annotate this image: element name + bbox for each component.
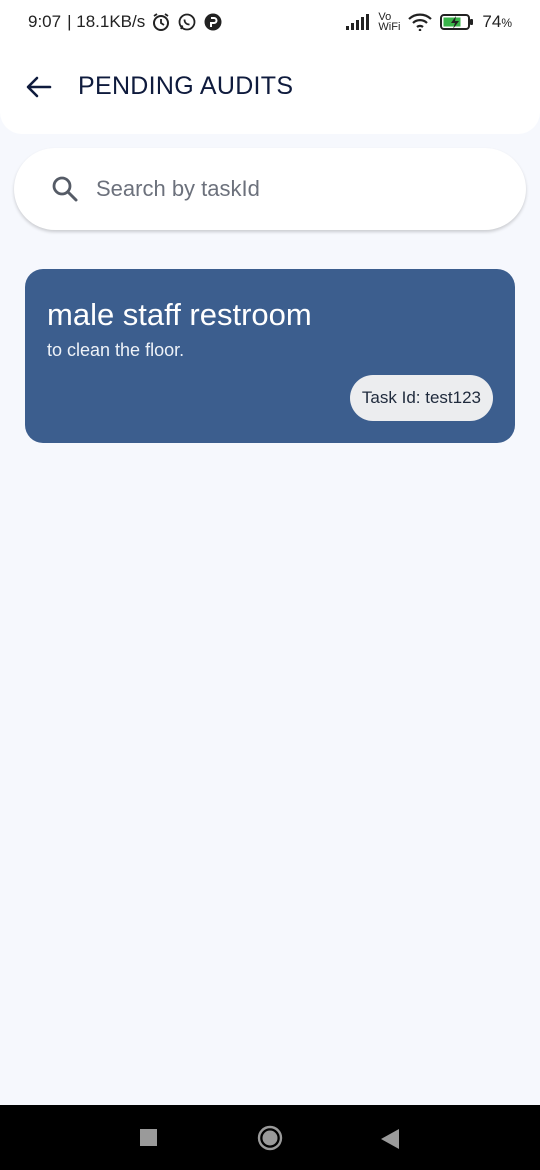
search-input[interactable]	[96, 164, 496, 214]
square-icon	[140, 1129, 157, 1146]
app-notification-icon	[203, 12, 223, 32]
vowifi-label: Vo WiFi	[378, 12, 401, 33]
whatsapp-icon	[177, 12, 197, 32]
app-header: PENDING AUDITS	[0, 44, 540, 134]
search-bar[interactable]	[14, 148, 526, 230]
signal-icon	[346, 14, 370, 30]
status-speed: | 18.1KB/s	[67, 12, 146, 31]
home-circle-icon	[257, 1125, 283, 1151]
status-left: 9:07 | 18.1KB/s	[28, 12, 223, 32]
triangle-back-icon	[381, 1129, 399, 1149]
vowifi-bottom: WiFi	[378, 21, 401, 33]
back-arrow-icon	[26, 76, 52, 98]
battery-percent-sign: %	[501, 16, 512, 30]
back-button[interactable]	[24, 72, 54, 102]
status-time: 9:07	[28, 12, 62, 31]
recents-button[interactable]	[140, 1129, 157, 1151]
battery-icon	[440, 13, 474, 31]
wifi-icon	[408, 13, 433, 31]
home-button[interactable]	[257, 1125, 283, 1156]
alarm-icon	[151, 12, 171, 32]
search-icon	[50, 174, 80, 204]
page-title: PENDING AUDITS	[78, 72, 294, 100]
battery-level: 74%	[482, 12, 512, 32]
system-nav-bar	[0, 1105, 540, 1170]
task-card[interactable]: male staff restroom to clean the floor. …	[25, 269, 515, 443]
back-nav-button[interactable]	[381, 1129, 399, 1154]
battery-percent: 74	[482, 12, 502, 31]
task-description: to clean the floor.	[47, 340, 185, 360]
task-title: male staff restroom	[47, 297, 312, 332]
status-right: Vo WiFi 74%	[346, 12, 512, 33]
status-bar: 9:07 | 18.1KB/s Vo WiFi 74%	[0, 0, 540, 44]
task-id-badge: Task Id: test123	[349, 375, 493, 421]
